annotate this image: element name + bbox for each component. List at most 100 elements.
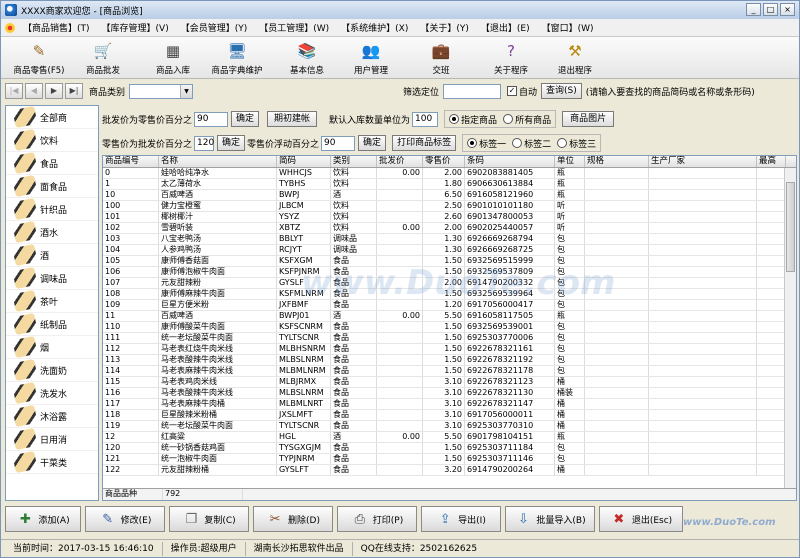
toolbar-stock-in-button[interactable]: ▦ 商品入库 [141, 38, 205, 78]
sidebar-item[interactable]: 沐浴露 [6, 404, 98, 428]
retail-confirm-button[interactable]: 确定 [217, 135, 246, 151]
next-record-button[interactable]: ▶ [45, 83, 63, 99]
menu-sales[interactable]: 【商品销售】(T) [17, 21, 96, 34]
table-row[interactable]: 107 元友甜辣粉 GYSLF 食品 2.00 6914790200332 包 [103, 278, 796, 289]
toolbar-dictionary-button[interactable]: 🖥 商品字典维护 [205, 38, 269, 78]
toolbar-about-button[interactable]: ? 关于程序 [479, 38, 543, 78]
table-row[interactable]: 108 康师傅麻辣牛肉面 KSFMLNRM 食品 1.50 6932569539964 包 [103, 289, 796, 300]
filter-input[interactable] [443, 83, 502, 99]
toolbar-user-mgmt-button[interactable]: 👥 用户管理 [339, 38, 403, 78]
retail-pct-input[interactable]: 120 [194, 135, 214, 151]
float-pct-input[interactable]: 90 [321, 135, 356, 151]
first-record-button[interactable]: |◀ [5, 83, 23, 99]
table-row[interactable]: 12 红高粱 HGL 酒 0.00 5.50 6901798104151 瓶 [103, 432, 796, 443]
menu-about[interactable]: 【关于】(Y) [414, 21, 475, 34]
table-row[interactable]: 10 百威啤酒 BWPJ 酒 6.50 6916058121960 瓶 [103, 190, 796, 201]
action-button[interactable]: ✚ 添加(A) [5, 506, 81, 532]
column-header[interactable]: 规格 [585, 156, 649, 167]
table-row[interactable]: 116 马老表酸辣牛肉米线 MLBSLNRM 食品 3.10 6922678321130 桶… [103, 388, 796, 399]
table-row[interactable]: 122 元友甜辣粉桶 GYSLFT 食品 3.20 6914790200264 桶 [103, 465, 796, 476]
action-button[interactable]: ✎ 修改(E) [85, 506, 165, 532]
sidebar-item[interactable]: 洗面奶 [6, 358, 98, 382]
sidebar-item[interactable]: 调味品 [6, 266, 98, 290]
column-header[interactable]: 单位 [555, 156, 585, 167]
all-products-radio[interactable] [503, 114, 514, 124]
table-row[interactable]: 120 统一砂锅香菇鸡面 TYSGXGJM 食品 1.50 6925303711184 包 [103, 443, 796, 454]
table-row[interactable]: 0 娃哈哈纯净水 WHHCJS 饮料 0.00 2.00 6902083881405 瓶 [103, 168, 796, 179]
table-row[interactable]: 100 健力宝橙蜜 JLBCM 饮料 2.50 6901010101180 听 [103, 201, 796, 212]
menu-members[interactable]: 【会员管理】(Y) [175, 21, 254, 34]
column-header[interactable]: 简码 [277, 156, 331, 167]
query-button[interactable]: 查询(S) [541, 83, 582, 99]
label-two-radio[interactable] [512, 138, 523, 148]
default-qty-input[interactable]: 100 [412, 111, 439, 127]
sidebar-item[interactable]: 干菜类 [6, 450, 98, 474]
sidebar-item[interactable]: 食品 [6, 151, 98, 175]
action-button[interactable]: ✖ 退出(Esc) [599, 506, 683, 532]
column-header[interactable]: 批发价 [377, 156, 423, 167]
specified-product-radio[interactable] [449, 114, 460, 124]
action-button[interactable]: ✂ 删除(D) [253, 506, 333, 532]
sidebar-item[interactable]: 茶叶 [6, 289, 98, 313]
table-row[interactable]: 111 统一老坛酸菜牛肉面 TYLTSCNR 食品 1.50 6925303770006 包 [103, 333, 796, 344]
column-header[interactable]: 零售价 [423, 156, 465, 167]
table-scrollbar[interactable] [784, 168, 796, 490]
menu-inventory[interactable]: 【库存管理】(V) [96, 21, 175, 34]
table-row[interactable]: 112 马老表红烧牛肉米线 MLBHSNRM 食品 1.50 6922678321161 包 [103, 344, 796, 355]
prev-record-button[interactable]: ◀ [25, 83, 43, 99]
action-button[interactable]: ⇪ 导出(I) [421, 506, 501, 532]
table-row[interactable]: 106 康师傅泡椒牛肉面 KSFPJNRM 食品 1.50 6932569537809 包 [103, 267, 796, 278]
table-row[interactable]: 117 马老表麻辣牛肉桶 MLBMLNRT 食品 3.10 6922678321147 桶 [103, 399, 796, 410]
scrollbar-thumb[interactable] [786, 182, 795, 272]
column-header[interactable]: 最高 [757, 156, 786, 167]
toolbar-wholesale-button[interactable]: 🛒 商品批发 [71, 38, 135, 78]
label-three-radio[interactable] [557, 138, 568, 148]
wholesale-confirm-button[interactable]: 确定 [231, 111, 260, 127]
sidebar-item[interactable]: 洗发水 [6, 381, 98, 405]
label-one-radio[interactable] [467, 138, 478, 148]
column-header[interactable]: 生产厂家 [649, 156, 757, 167]
toolbar-exit-button[interactable]: ⚒ 退出程序 [543, 38, 607, 78]
product-image-button[interactable]: 商品图片 [562, 111, 615, 127]
table-row[interactable]: 115 马老表鸡肉米线 MLBJRMX 食品 3.10 6922678321123 桶 [103, 377, 796, 388]
table-row[interactable]: 109 巨星方便米粉 JXFBMF 食品 1.20 6917056000417 包 [103, 300, 796, 311]
table-row[interactable]: 119 统一老坛酸菜牛肉面 TYLTSCNR 食品 3.10 6925303770310 桶 [103, 421, 796, 432]
toolbar-basic-info-button[interactable]: 📚 基本信息 [275, 38, 339, 78]
table-row[interactable]: 103 八宝老鸭汤 BBLYT 调味品 1.30 6926669268794 包 [103, 234, 796, 245]
sidebar-item[interactable]: 面食品 [6, 174, 98, 198]
float-confirm-button[interactable]: 确定 [358, 135, 387, 151]
category-select[interactable]: ▼ [129, 83, 194, 99]
init-account-button[interactable]: 期初建帐 [267, 111, 318, 127]
table-row[interactable]: 102 雪碧听装 XBTZ 饮料 0.00 2.00 6902025440057 听 [103, 223, 796, 234]
toolbar-retail-button[interactable]: ✎ 商品零售(F5) [7, 38, 71, 78]
toolbar-shift-button[interactable]: 💼 交班 [409, 38, 473, 78]
sidebar-item[interactable]: 酒水 [6, 220, 98, 244]
last-record-button[interactable]: ▶| [65, 83, 83, 99]
table-row[interactable]: 110 康师傅酸菜牛肉面 KSFSCNRM 食品 1.50 6932569539001 包 [103, 322, 796, 333]
action-button[interactable]: ⎙ 打印(P) [337, 506, 417, 532]
menu-staff[interactable]: 【员工管理】(W) [253, 21, 335, 34]
action-button[interactable]: ⇩ 批量导入(B) [505, 506, 595, 532]
action-button[interactable]: ❐ 复制(C) [169, 506, 249, 532]
auto-checkbox[interactable]: ✓ [507, 86, 518, 96]
column-header[interactable]: 商品编号 [103, 156, 159, 167]
menu-exit[interactable]: 【退出】(E) [475, 21, 536, 34]
table-row[interactable]: 101 椰树椰汁 YSYZ 饮料 2.60 6901347800053 听 [103, 212, 796, 223]
sidebar-item[interactable]: 针织品 [6, 197, 98, 221]
sidebar-item[interactable]: 饮料 [6, 128, 98, 152]
menu-system[interactable]: 【系统维护】(X) [335, 21, 414, 34]
sidebar-item[interactable]: 酒 [6, 243, 98, 267]
minimize-button[interactable]: _ [746, 3, 761, 16]
table-row[interactable]: 121 统一泡椒牛肉面 TYPJNRM 食品 1.50 6925303711146 包 [103, 454, 796, 465]
column-header[interactable]: 条码 [465, 156, 555, 167]
table-row[interactable]: 105 康师傅香菇面 KSFXGM 食品 1.50 6932569515999 包 [103, 256, 796, 267]
menu-window[interactable]: 【窗口】(W) [536, 21, 600, 34]
maximize-button[interactable]: □ [763, 3, 778, 16]
table-row[interactable]: 113 马老表酸辣牛肉米线 MLBSLNRM 食品 1.50 6922678321192 包 [103, 355, 796, 366]
column-header[interactable]: 类别 [331, 156, 377, 167]
table-row[interactable]: 104 人参鸡鸭汤 RCJYT 调味品 1.30 6926669268725 包 [103, 245, 796, 256]
sidebar-item[interactable]: 日用消 [6, 427, 98, 451]
sidebar-item[interactable]: 烟 [6, 335, 98, 359]
print-label-button[interactable]: 打印商品标签 [392, 135, 457, 151]
table-row[interactable]: 114 马老表麻辣牛肉米线 MLBMLNRM 食品 1.50 6922678321178 包 [103, 366, 796, 377]
